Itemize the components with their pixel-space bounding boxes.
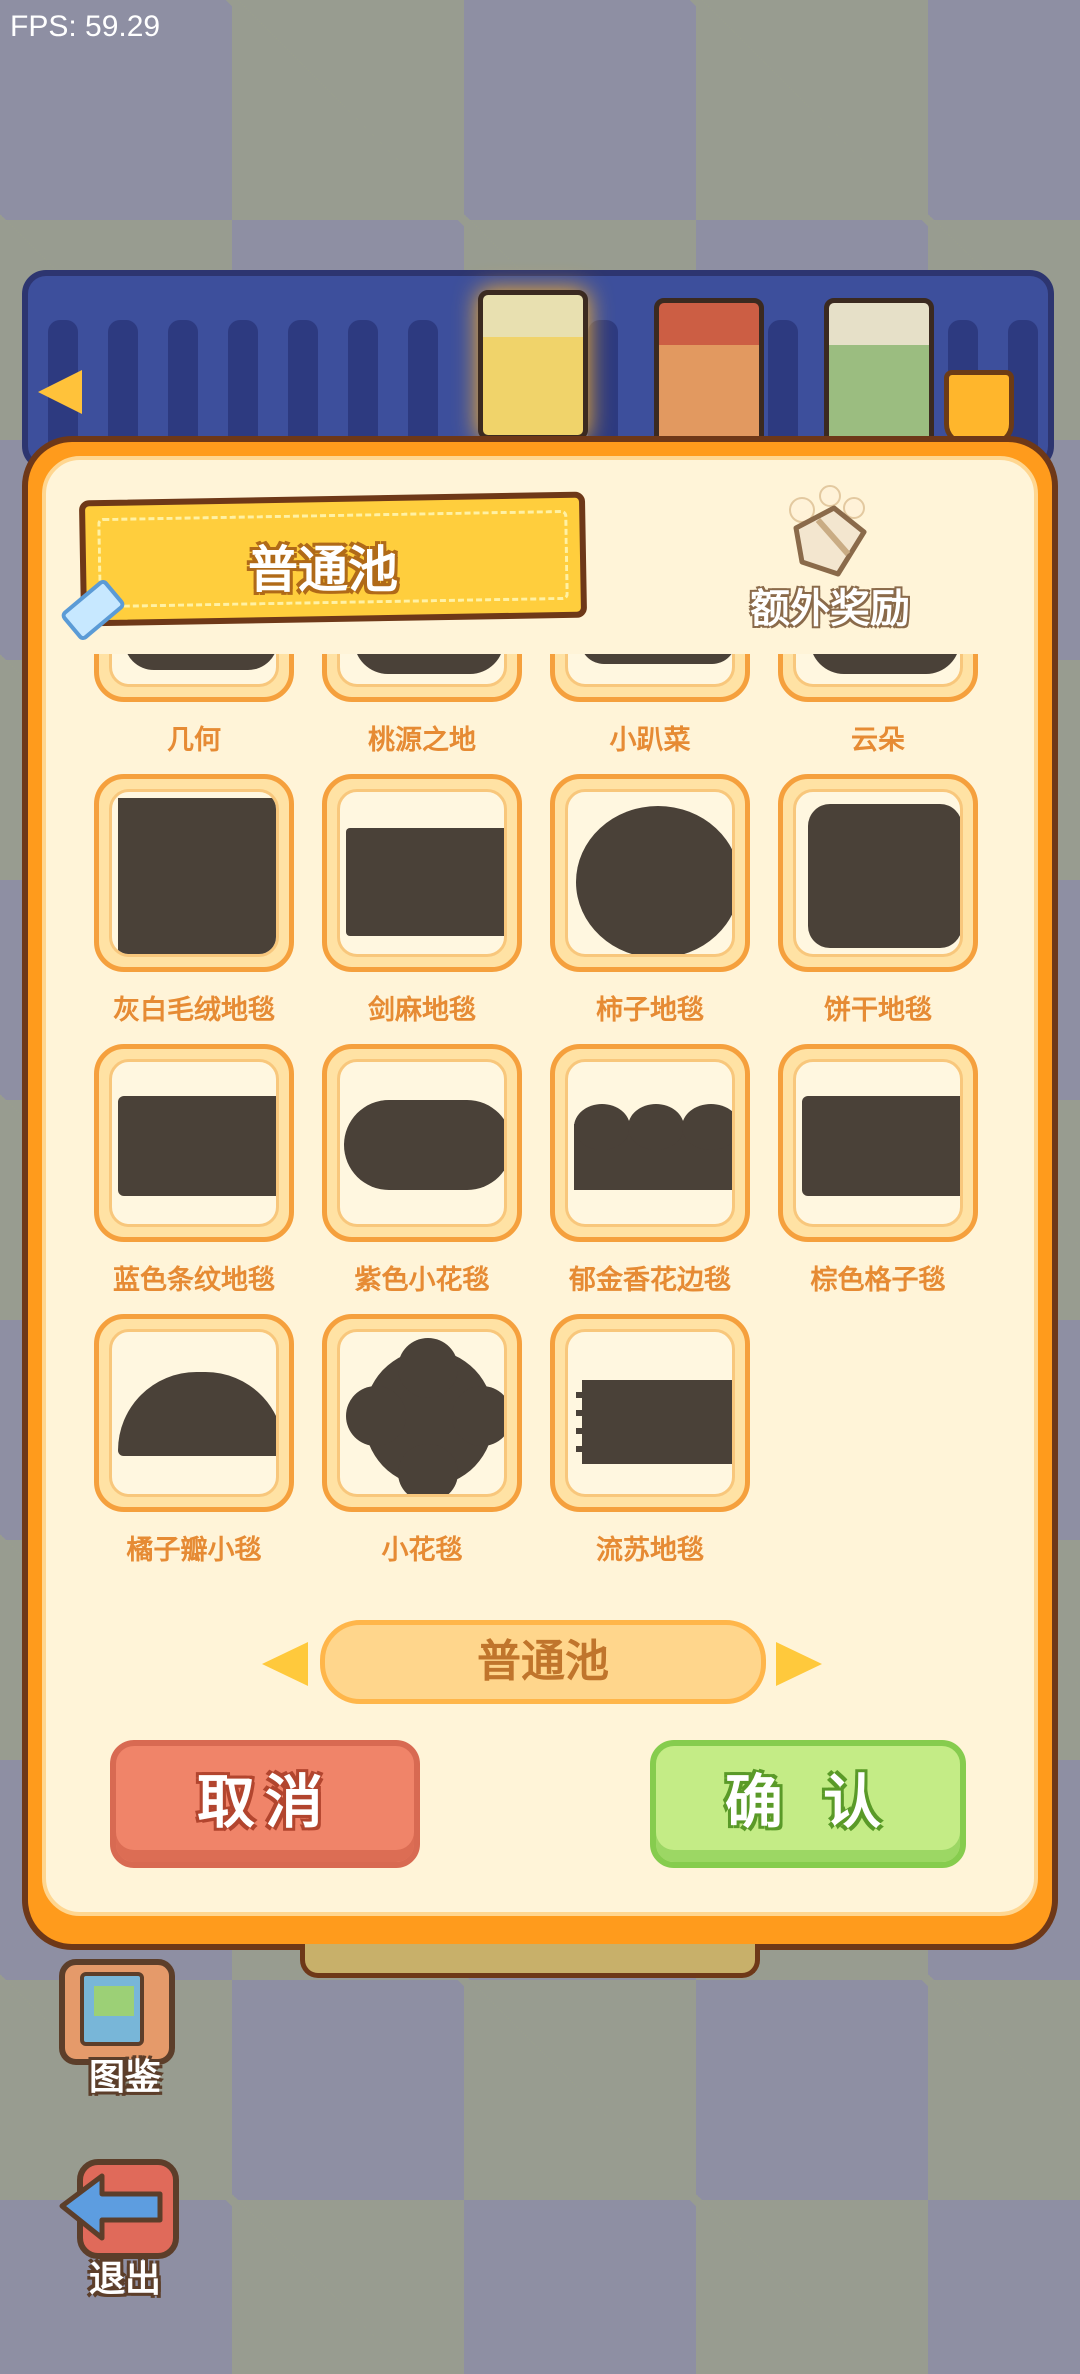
grid-item[interactable]: 流苏地毯	[526, 1314, 754, 1574]
pool-prev-arrow-icon[interactable]	[262, 1642, 308, 1686]
item-label: 桃源之地	[368, 725, 476, 756]
grid-item[interactable]: 几何	[70, 654, 298, 774]
bonus-label: 额外奖励	[750, 586, 910, 632]
grid-item[interactable]: 云朵	[754, 654, 982, 774]
pack-yellow-icon[interactable]	[478, 290, 588, 440]
grid-item[interactable]: 橘子瓣小毯	[70, 1314, 298, 1574]
panel-bottom-tab	[300, 1944, 760, 1978]
grid-item[interactable]: 蓝色条纹地毯	[70, 1044, 298, 1314]
bucket-icon[interactable]	[944, 370, 1014, 446]
bonus-box-icon[interactable]	[778, 484, 878, 584]
grid-item[interactable]: 桃源之地	[298, 654, 526, 774]
item-label: 剑麻地毯	[368, 995, 476, 1026]
grid-item[interactable]: 灰白毛绒地毯	[70, 774, 298, 1044]
exit-label: 退出	[88, 2259, 161, 2300]
confirm-button[interactable]: 确 认	[650, 1740, 966, 1868]
grid-item[interactable]: 小趴菜	[526, 654, 754, 774]
fps-counter: FPS: 59.29	[10, 10, 161, 43]
grid-item[interactable]: 郁金香花边毯	[526, 1044, 754, 1314]
pool-next-arrow-icon[interactable]	[776, 1642, 822, 1686]
item-grid[interactable]: 几何 桃源之地 小趴菜 云朵 灰白毛绒地毯 剑麻地毯 柿子地毯 饼干地毯 蓝色条…	[70, 654, 1010, 1574]
item-label: 几何	[167, 725, 221, 756]
catalog-label: 图鉴	[88, 2057, 161, 2098]
item-label: 饼干地毯	[824, 995, 932, 1026]
item-label: 棕色格子毯	[810, 1265, 946, 1296]
catalog-button[interactable]: 图鉴	[50, 1952, 190, 2102]
item-label: 郁金香花边毯	[569, 1265, 731, 1296]
grid-item[interactable]: 紫色小花毯	[298, 1044, 526, 1314]
grid-item[interactable]: 剑麻地毯	[298, 774, 526, 1044]
grid-item[interactable]: 小花毯	[298, 1314, 526, 1574]
grid-item[interactable]: 棕色格子毯	[754, 1044, 982, 1314]
item-label: 流苏地毯	[596, 1535, 704, 1566]
item-label: 灰白毛绒地毯	[113, 995, 275, 1026]
pack-green-icon[interactable]	[824, 298, 934, 448]
shelf-left-arrow-icon[interactable]	[38, 370, 82, 414]
item-label: 小趴菜	[609, 725, 691, 756]
item-label: 紫色小花毯	[354, 1265, 490, 1296]
item-label: 柿子地毯	[596, 995, 704, 1026]
exit-button[interactable]: 退出	[50, 2148, 190, 2300]
panel-title: 普通池	[248, 541, 398, 599]
grid-item[interactable]: 饼干地毯	[754, 774, 982, 1044]
grid-item[interactable]: 柿子地毯	[526, 774, 754, 1044]
item-label: 蓝色条纹地毯	[113, 1265, 275, 1296]
item-label: 橘子瓣小毯	[126, 1535, 262, 1566]
item-label: 云朵	[851, 725, 905, 756]
pool-selector[interactable]: 普通池	[320, 1620, 766, 1704]
item-label: 小花毯	[381, 1535, 463, 1566]
pack-red-icon[interactable]	[654, 298, 764, 448]
cancel-button[interactable]: 取消	[110, 1740, 420, 1868]
